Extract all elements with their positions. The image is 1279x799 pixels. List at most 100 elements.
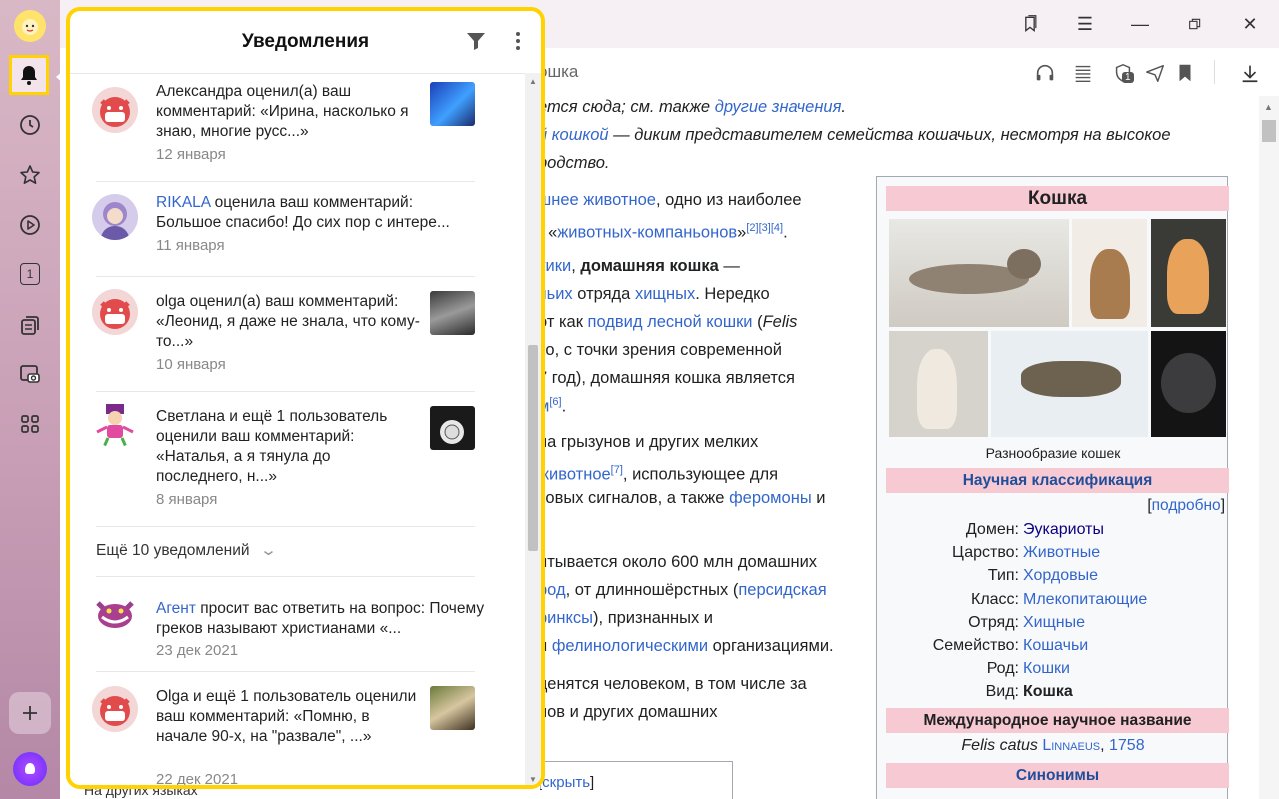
cat-image-abyssinian[interactable] xyxy=(1072,219,1147,327)
user-link[interactable]: Агент xyxy=(156,600,196,617)
scroll-down-arrow[interactable]: ▼ xyxy=(529,775,537,784)
notification-item[interactable]: RIKALA оценила ваш комментарий: Большое … xyxy=(70,182,525,276)
sphynx-link[interactable]: ринксы xyxy=(538,609,593,627)
cat-image-lying[interactable] xyxy=(889,219,1069,327)
more-options-button[interactable] xyxy=(506,27,530,55)
classification-header[interactable]: Научная классификация xyxy=(886,468,1229,493)
notification-message: просит вас ответить на вопрос: Почему гр… xyxy=(156,600,485,637)
hatnote-line-2: й кошкой — диким представителем семейств… xyxy=(538,125,1171,145)
protect-button[interactable]: 1 xyxy=(1110,60,1136,86)
user-avatar xyxy=(92,194,138,240)
forest-cat-link[interactable]: й кошкой xyxy=(538,126,609,144)
subspecies-link[interactable]: подвид лесной кошки xyxy=(588,313,753,331)
notification-item[interactable]: Светлана и ещё 1 пользователь оценили ва… xyxy=(70,392,525,526)
page-scroll-thumb[interactable] xyxy=(1262,120,1276,142)
pheromones-link[interactable]: феромоны xyxy=(729,489,812,507)
minimize-button[interactable]: — xyxy=(1125,10,1155,38)
animal-link[interactable]: животное xyxy=(538,466,611,484)
para2-line2: чьих отряда хищных. Нередко xyxy=(538,284,770,304)
notification-text: Olga и ещё 1 пользователь оценили ваш ко… xyxy=(156,688,417,745)
share-button[interactable] xyxy=(1142,60,1168,86)
hide-link[interactable]: скрыть xyxy=(542,774,590,791)
filter-icon xyxy=(467,33,485,50)
close-window-button[interactable]: ✕ xyxy=(1235,10,1265,38)
cat-shape xyxy=(1007,249,1041,279)
text: — xyxy=(718,257,740,275)
other-meanings-link[interactable]: другие значения xyxy=(715,98,842,116)
taxon-link[interactable]: Животные xyxy=(1023,542,1100,564)
author-link[interactable]: Linnaeus xyxy=(1042,737,1100,754)
para2-line5: 7 год), домашняя кошка является xyxy=(538,369,795,387)
listen-button[interactable] xyxy=(1032,60,1058,86)
reference-link[interactable]: [7] xyxy=(611,464,623,476)
details-link[interactable]: подробно xyxy=(1152,497,1221,514)
taxon-link[interactable]: Кошачьи xyxy=(1023,635,1088,657)
user-link[interactable]: RIKALA xyxy=(156,194,210,211)
taxon-key: Вид: xyxy=(985,683,1019,700)
cat-image-tabby-snow[interactable] xyxy=(991,331,1148,437)
carnivora-link[interactable]: хищных xyxy=(635,285,695,303)
add-button[interactable] xyxy=(9,692,51,734)
taxon-link[interactable]: Млекопитающие xyxy=(1023,589,1147,611)
companion-link[interactable]: животных-компаньонов xyxy=(557,224,737,242)
felinology-link[interactable]: фелинологическими xyxy=(552,637,708,655)
screenshot-button[interactable] xyxy=(10,354,50,394)
tab-manager-button[interactable] xyxy=(1015,10,1045,38)
text: , xyxy=(571,257,581,275)
cat-image-siamese[interactable] xyxy=(889,331,988,437)
notifications-button[interactable] xyxy=(9,55,49,95)
taxon-key: Класс: xyxy=(971,591,1019,608)
alice-button[interactable] xyxy=(13,752,47,786)
taxon-link[interactable]: Хищные xyxy=(1023,612,1085,634)
notification-item[interactable]: Olga и ещё 1 пользователь оценили ваш ко… xyxy=(70,672,525,785)
history-button[interactable] xyxy=(10,105,50,145)
restore-button[interactable] xyxy=(1180,10,1210,38)
pet-link[interactable]: шнее животное xyxy=(538,191,656,209)
text: . Нередко xyxy=(695,285,770,303)
tab-counter-button[interactable]: 1 xyxy=(10,254,50,294)
reader-mode-button[interactable] xyxy=(1070,60,1096,86)
collections-button[interactable] xyxy=(10,305,50,345)
persian-link[interactable]: персидская xyxy=(738,581,826,599)
cat-image-ginger[interactable] xyxy=(1151,219,1226,327)
download-icon xyxy=(1242,65,1258,83)
notification-item[interactable]: Агент просит вас ответить на вопрос: Поч… xyxy=(70,577,525,671)
taxon-link[interactable]: Кошки xyxy=(1023,658,1070,680)
bracket: ] xyxy=(590,774,595,791)
reference-link[interactable]: [2][3][4] xyxy=(746,222,783,234)
taxon-key: Семейство: xyxy=(932,637,1019,654)
taxon-link[interactable]: Хордовые xyxy=(1023,565,1098,587)
panel-scroll-thumb[interactable] xyxy=(528,345,538,551)
filter-button[interactable] xyxy=(464,29,488,53)
reader-icon xyxy=(1075,65,1091,82)
services-button[interactable] xyxy=(10,404,50,444)
notification-date: 10 января xyxy=(156,356,226,373)
synonyms-header[interactable]: Синонимы xyxy=(886,763,1229,788)
profile-avatar[interactable] xyxy=(14,10,46,42)
taxon-row: Род: Кошки xyxy=(877,658,1229,680)
taxon-key: Отряд: xyxy=(968,614,1019,631)
page-scrollbar[interactable]: ▲ xyxy=(1259,96,1279,799)
notification-item[interactable]: Александра оценил(а) ваш комментарий: «И… xyxy=(70,77,525,177)
cat-image-british[interactable] xyxy=(1151,331,1226,437)
show-more-notifications[interactable]: Ещё 10 уведомлений ⌄ xyxy=(96,541,277,560)
hide-toggle[interactable]: [скрыть] xyxy=(538,774,594,791)
panel-pointer xyxy=(56,70,64,84)
infobox-title: Кошка xyxy=(886,186,1229,211)
star-icon xyxy=(20,165,40,184)
scroll-up-arrow[interactable]: ▲ xyxy=(529,77,537,86)
notification-item[interactable]: olga оценил(а) ваш комментарий: «Леонид,… xyxy=(70,277,525,392)
video-button[interactable] xyxy=(10,205,50,245)
bookmark-button[interactable] xyxy=(1172,60,1198,86)
tab-counter-icon: 1 xyxy=(20,263,40,285)
taxon-key: Род: xyxy=(986,660,1019,677)
bookmarks-button[interactable] xyxy=(10,155,50,195)
user-avatar xyxy=(92,289,138,335)
downloads-button[interactable] xyxy=(1237,60,1263,86)
scroll-up-arrow[interactable]: ▲ xyxy=(1264,102,1273,112)
menu-button[interactable]: ☰ xyxy=(1070,10,1100,38)
taxon-link[interactable]: Эукариоты xyxy=(1023,519,1104,541)
reference-link[interactable]: [6] xyxy=(549,396,561,408)
year-link[interactable]: 1758 xyxy=(1109,737,1145,754)
send-icon xyxy=(1146,64,1164,82)
